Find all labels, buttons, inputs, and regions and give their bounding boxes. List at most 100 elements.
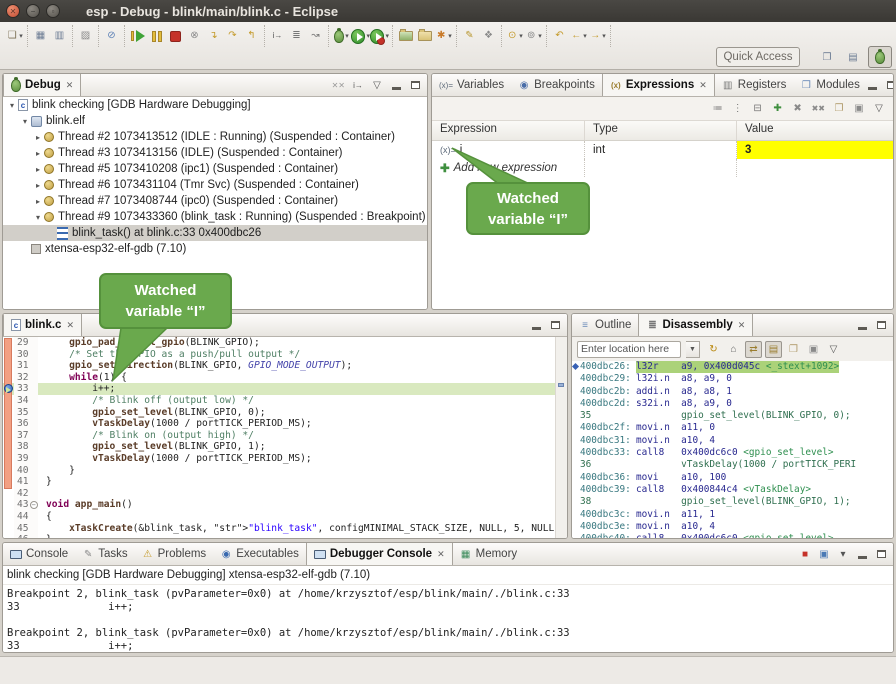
terminate-button[interactable] (166, 27, 185, 46)
console-dropdown-button[interactable]: ▾ (837, 546, 849, 562)
tree-expander-icon[interactable]: ▸ (33, 133, 43, 142)
code-editor[interactable]: 29 gpio_pad_select_gpio(BLINK_GPIO);30 /… (3, 337, 567, 538)
back-button[interactable]: ←▾ (569, 27, 588, 46)
disassembly-line[interactable]: 400dbc31:movi.n a10, 4 (572, 435, 893, 447)
home-button[interactable]: ⌂ (725, 341, 742, 358)
remove-all-terminated-button[interactable]: ✕✕ (332, 77, 345, 93)
minimize-view-button[interactable] (856, 546, 868, 562)
disassembly-listing[interactable]: 400dbc26:l32r a9, 0x400d045c <_stext+109… (572, 361, 893, 538)
quick-access-input[interactable]: Quick Access (716, 47, 800, 67)
tab-problems[interactable]: ⚠Problems (135, 543, 214, 565)
pin-editor-button[interactable]: ⊙▾ (505, 27, 524, 46)
debug-tree-row[interactable]: ▾Thread #9 1073433360 (blink_task : Runn… (3, 209, 427, 225)
instruction-stepping-button[interactable]: i→ (268, 27, 287, 46)
close-tab-icon[interactable]: ✕ (66, 320, 74, 331)
last-edit-location-button[interactable]: ↶ (550, 27, 569, 46)
minimize-view-button[interactable] (856, 317, 868, 333)
step-return-button[interactable]: ↰ (242, 27, 261, 46)
new-view-button[interactable]: ❐ (785, 341, 802, 358)
console-output[interactable]: Breakpoint 2, blink_task (pvParameter=0x… (3, 585, 893, 652)
view-menu-button[interactable]: ▽ (825, 341, 842, 358)
close-window-button[interactable]: ✕ (6, 4, 20, 18)
step-into-button[interactable]: ↴ (204, 27, 223, 46)
remove-all-expressions-button[interactable]: ✖✖ (812, 101, 825, 117)
column-expression[interactable]: Expression (432, 121, 585, 140)
editor-line[interactable]: 46} (3, 534, 567, 539)
close-tab-icon[interactable]: ✕ (66, 80, 74, 91)
column-value[interactable]: Value (737, 121, 893, 140)
new-wizard-button[interactable]: ❏▾ (5, 27, 24, 46)
value-cell[interactable]: 3 (737, 141, 893, 159)
tree-expander-icon[interactable]: ▸ (33, 197, 43, 206)
add-expression-button[interactable]: ✚ (772, 101, 784, 117)
close-tab-icon[interactable]: ✕ (699, 80, 707, 91)
maximize-view-button[interactable] (875, 546, 887, 562)
disassembly-line[interactable]: 400dbc29:l32i.n a8, a9, 0 (572, 373, 893, 385)
debug-tree-row[interactable]: ▸Thread #5 1073410208 (ipc1) (Suspended … (3, 161, 427, 177)
open-perspective-button[interactable]: ❐ (816, 47, 838, 67)
tab-console[interactable]: Console (3, 543, 75, 565)
disassembly-line[interactable]: 38 gpio_set_level(BLINK_GPIO, 1); (572, 496, 893, 508)
debug-tree-row[interactable]: blink_task() at blink.c:33 0x400dbc26 (3, 225, 427, 241)
editor-line[interactable]: 37 /* Blink on (output high) */ (3, 430, 567, 442)
tab-memory[interactable]: ▦Memory (453, 543, 525, 565)
tree-expander-icon[interactable]: ▾ (33, 213, 43, 222)
tree-expander-icon[interactable]: ▸ (33, 165, 43, 174)
open-task-folder-button[interactable] (396, 27, 415, 46)
save-all-button[interactable]: ▥ (50, 27, 69, 46)
minimize-view-button[interactable] (390, 77, 402, 93)
resource-perspective-button[interactable]: ▤ (842, 47, 864, 67)
open-resource-folder-button[interactable] (415, 27, 434, 46)
location-input[interactable]: Enter location here (577, 341, 681, 358)
tab-blink.c[interactable]: cblink.c✕ (3, 314, 82, 336)
editor-line[interactable]: 30 /* Set the GPIO as a push/pull output… (3, 349, 567, 361)
show-type-names-button[interactable]: ≔ (712, 101, 724, 117)
editor-line[interactable]: 31 gpio_set_direction(BLINK_GPIO, GPIO_M… (3, 360, 567, 372)
tree-expander-icon[interactable]: ▾ (7, 101, 17, 110)
editor-line[interactable]: 36 vTaskDelay(1000 / portTICK_PERIOD_MS)… (3, 418, 567, 430)
debug-tree-row[interactable]: ▾cblink checking [GDB Hardware Debugging… (3, 97, 427, 113)
terminate-console-button[interactable]: ■ (799, 546, 811, 562)
save-button[interactable]: ▦ (31, 27, 50, 46)
tree-expander-icon[interactable]: ▸ (33, 149, 43, 158)
maximize-view-button[interactable] (875, 317, 887, 333)
resume-button[interactable] (128, 27, 147, 46)
editor-line[interactable]: 44{ (3, 511, 567, 523)
add-expression-cell[interactable]: ✚Add new expression (432, 159, 585, 177)
editor-line[interactable]: 41} (3, 476, 567, 488)
tab-outline[interactable]: ≡Outline (572, 314, 638, 336)
disassembly-line[interactable]: 400dbc2d:s32i.n a8, a9, 0 (572, 398, 893, 410)
disassembly-line[interactable]: 400dbc39:call8 0x400844c4 <vTaskDelay> (572, 484, 893, 496)
editor-annotation-column[interactable] (3, 511, 14, 523)
editor-annotation-column[interactable] (3, 499, 14, 511)
location-dropdown-button[interactable]: ▼ (686, 341, 700, 358)
editor-line[interactable]: 33 i++; (3, 383, 567, 395)
editor-line[interactable]: 42 (3, 488, 567, 500)
new-view-button[interactable]: ❐ (833, 101, 845, 117)
debug-options-button[interactable]: ≣ (287, 27, 306, 46)
debug-tree-row[interactable]: ▸Thread #2 1073413512 (IDLE : Running) (… (3, 129, 427, 145)
disassembly-line[interactable]: 400dbc3c:movi.n a11, 1 (572, 509, 893, 521)
tab-debugger-console[interactable]: Debugger Console✕ (306, 543, 453, 565)
refresh-button[interactable]: ↻ (705, 341, 722, 358)
maximize-view-button[interactable] (409, 77, 421, 93)
disassembly-line[interactable]: 35 gpio_set_level(BLINK_GPIO, 0); (572, 410, 893, 422)
search-brush-button[interactable]: ✎ (460, 27, 479, 46)
editor-line[interactable]: 39 vTaskDelay(1000 / portTICK_PERIOD_MS)… (3, 453, 567, 465)
sync-selection-toggle-button[interactable]: ⇄ (745, 341, 762, 358)
view-menu-button[interactable]: ▽ (873, 101, 885, 117)
editor-line[interactable]: 35 gpio_set_level(BLINK_GPIO, 0); (3, 407, 567, 419)
tab-variables[interactable]: (x)=Variables (432, 74, 511, 96)
tab-modules[interactable]: ❒Modules (793, 74, 866, 96)
expression-cell[interactable]: (x)=i (432, 141, 585, 159)
disassembly-line[interactable]: 400dbc3e:movi.n a10, 4 (572, 521, 893, 533)
close-tab-icon[interactable]: ✕ (738, 320, 746, 331)
debug-tree-row[interactable]: ▸Thread #3 1073413156 (IDLE) (Suspended … (3, 145, 427, 161)
open-type-button[interactable]: ❖ (479, 27, 498, 46)
editor-line[interactable]: 38 gpio_set_level(BLINK_GPIO, 1); (3, 441, 567, 453)
maximize-view-button[interactable] (886, 77, 894, 93)
disassembly-line[interactable]: 400dbc33:call8 0x400dc6c0 <gpio_set_leve… (572, 447, 893, 459)
tree-expander-icon[interactable]: ▾ (20, 117, 30, 126)
tab-registers[interactable]: ▥Registers (715, 74, 794, 96)
editor-annotation-column[interactable] (3, 488, 14, 500)
